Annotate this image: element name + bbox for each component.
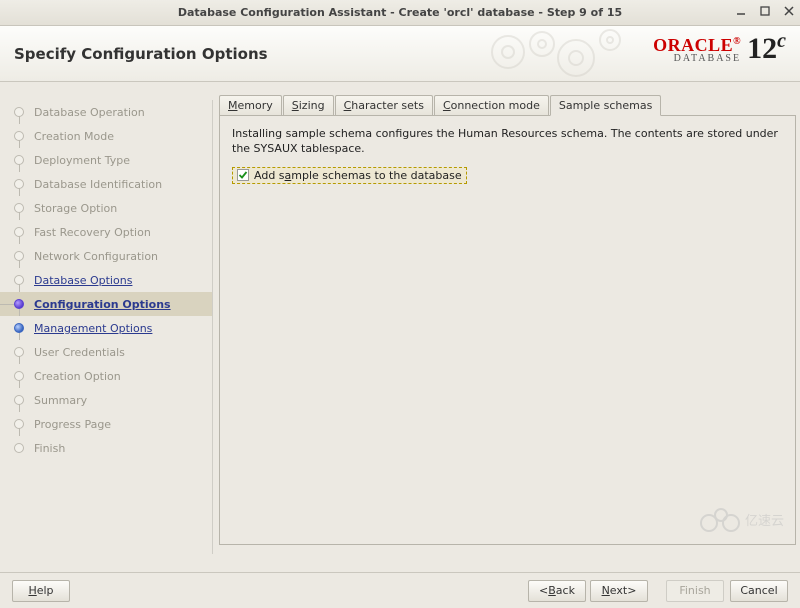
- wizard-main: MemorySizingCharacter setsConnection mod…: [213, 82, 800, 572]
- wizard-body: Database Operation Creation Mode Deploymen…: [0, 82, 800, 572]
- wizard-footer: Help < Back Next > Finish Cancel: [0, 572, 800, 608]
- help-button[interactable]: Help: [12, 580, 70, 602]
- sidebar-step-user-credentials: User Credentials: [0, 340, 212, 364]
- tab-sample-schemas[interactable]: Sample schemas: [550, 95, 661, 116]
- sidebar-step-network-configuration: Network Configuration: [0, 244, 212, 268]
- sidebar-step-storage-option: Storage Option: [0, 196, 212, 220]
- next-button[interactable]: Next >: [590, 580, 648, 602]
- sidebar-step-label: Creation Option: [34, 370, 121, 383]
- sidebar-step-summary: Summary: [0, 388, 212, 412]
- sidebar-step-deployment-type: Deployment Type: [0, 148, 212, 172]
- window-titlebar: Database Configuration Assistant - Creat…: [0, 0, 800, 26]
- decorative-gears-icon: [480, 22, 640, 85]
- add-sample-schemas-checkbox[interactable]: [237, 169, 249, 181]
- maximize-icon[interactable]: [760, 6, 770, 19]
- sidebar-step-label: Network Configuration: [34, 250, 158, 263]
- watermark-logo: 亿速云: [695, 501, 791, 540]
- tabbar: MemorySizingCharacter setsConnection mod…: [219, 94, 796, 115]
- sidebar-step-label: Progress Page: [34, 418, 111, 431]
- sidebar-step-label: Database Options: [34, 274, 132, 287]
- sidebar-step-creation-option: Creation Option: [0, 364, 212, 388]
- add-sample-schemas-option[interactable]: Add sample schemas to the database: [232, 167, 467, 184]
- sidebar-step-label: Storage Option: [34, 202, 117, 215]
- wizard-header: Specify Configuration Options ORACLE® DA…: [0, 26, 800, 82]
- page-title: Specify Configuration Options: [14, 45, 268, 63]
- tab-sizing[interactable]: Sizing: [283, 95, 334, 116]
- sidebar-step-label: Summary: [34, 394, 87, 407]
- sidebar-step-label: Configuration Options: [34, 298, 171, 311]
- svg-text:亿速云: 亿速云: [745, 513, 784, 528]
- add-sample-schemas-label: Add sample schemas to the database: [254, 169, 462, 182]
- sidebar-step-finish: Finish: [0, 436, 212, 460]
- sidebar-step-creation-mode: Creation Mode: [0, 124, 212, 148]
- sidebar-step-management-options[interactable]: Management Options: [0, 316, 212, 340]
- back-button[interactable]: < Back: [528, 580, 586, 602]
- close-icon[interactable]: [784, 6, 794, 19]
- minimize-icon[interactable]: [736, 6, 746, 19]
- tab-character-sets[interactable]: Character sets: [335, 95, 433, 116]
- oracle-logo: ORACLE® DATABASE 12c: [653, 32, 786, 68]
- tab-memory[interactable]: Memory: [219, 95, 282, 116]
- sidebar-step-label: Fast Recovery Option: [34, 226, 151, 239]
- sidebar-step-label: Management Options: [34, 322, 152, 335]
- sidebar-step-label: Deployment Type: [34, 154, 130, 167]
- sidebar-step-fast-recovery-option: Fast Recovery Option: [0, 220, 212, 244]
- sidebar-step-label: User Credentials: [34, 346, 125, 359]
- cancel-button[interactable]: Cancel: [730, 580, 788, 602]
- wizard-sidebar: Database Operation Creation Mode Deploymen…: [0, 82, 213, 572]
- tab-connection-mode[interactable]: Connection mode: [434, 95, 549, 116]
- sidebar-step-progress-page: Progress Page: [0, 412, 212, 436]
- sidebar-step-database-operation: Database Operation: [0, 100, 212, 124]
- sidebar-step-label: Creation Mode: [34, 130, 114, 143]
- sidebar-step-database-identification: Database Identification: [0, 172, 212, 196]
- tab-panel-sample-schemas: Installing sample schema configures the …: [219, 115, 796, 545]
- sidebar-step-database-options[interactable]: Database Options: [0, 268, 212, 292]
- panel-description: Installing sample schema configures the …: [232, 126, 783, 157]
- finish-button[interactable]: Finish: [666, 580, 724, 602]
- sidebar-step-label: Finish: [34, 442, 65, 455]
- sidebar-step-configuration-options[interactable]: Configuration Options: [0, 292, 212, 316]
- window-title: Database Configuration Assistant - Creat…: [0, 6, 800, 19]
- sidebar-step-label: Database Identification: [34, 178, 162, 191]
- sidebar-step-label: Database Operation: [34, 106, 145, 119]
